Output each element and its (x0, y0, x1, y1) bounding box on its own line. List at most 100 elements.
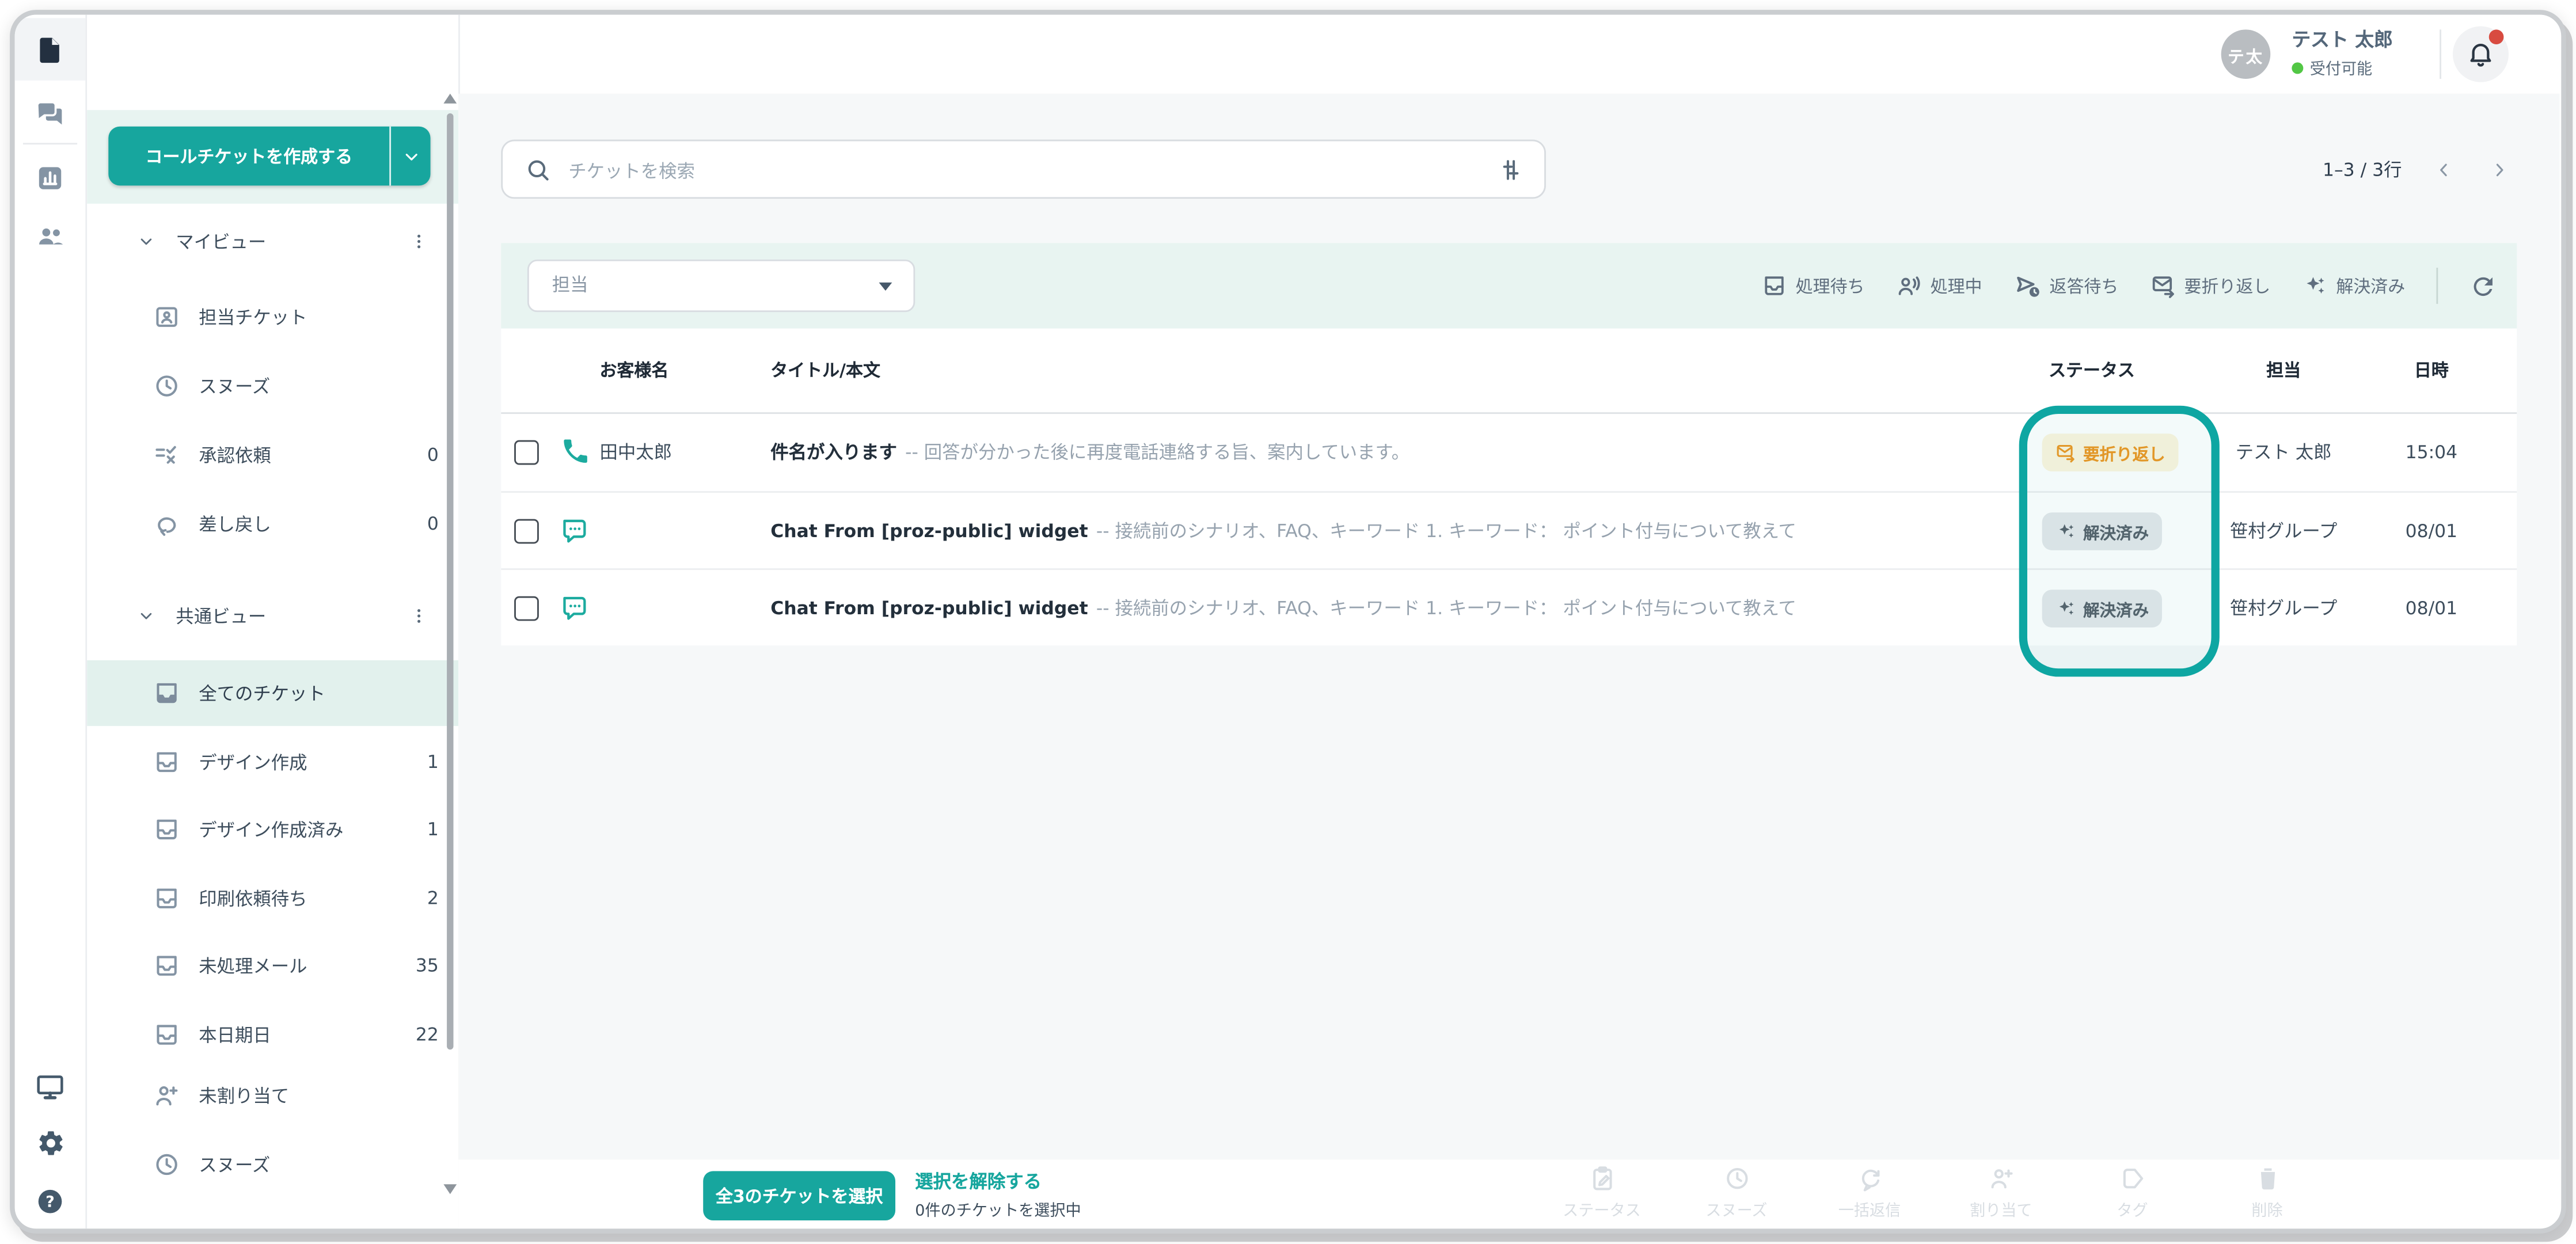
select-all-tickets-button[interactable]: 全3のチケットを選択 (703, 1171, 895, 1220)
clock-icon (153, 1151, 181, 1179)
sidebar-item-snooze-shared[interactable]: スヌーズ (87, 1132, 458, 1197)
section-my-view[interactable]: マイビュー (87, 208, 458, 274)
chevron-down-icon (400, 146, 421, 167)
create-call-ticket-label[interactable]: コールチケットを作成する (108, 127, 391, 186)
search-icon (524, 156, 552, 184)
inbox-icon (153, 885, 181, 913)
avatar[interactable]: テ太 (2221, 29, 2271, 79)
nav-reports-button[interactable] (15, 146, 86, 208)
svg-text:?: ? (45, 1192, 55, 1210)
people-icon (33, 220, 66, 253)
inbox-icon (153, 1021, 181, 1049)
status-filter-callback[interactable]: 要折り返し (2150, 273, 2271, 299)
create-call-ticket-button[interactable]: コールチケットを作成する (108, 127, 430, 186)
bulk-action-snooze: スヌーズ (1677, 1165, 1795, 1220)
bulk-action-delete: 削除 (2208, 1165, 2326, 1220)
mail-arrow-icon (2150, 273, 2176, 299)
sidebar-item-due-today[interactable]: 本日期日 22 (87, 1002, 458, 1068)
search-filter-icon[interactable] (1496, 156, 1525, 184)
sidebar-item-unassigned[interactable]: 未割り当て (87, 1063, 458, 1128)
mail-arrow-icon (2055, 442, 2076, 463)
status-filter-group: 処理待ち 処理中 返答待ち 要折り返し 解決済み (1761, 243, 2497, 328)
pagination-next-button[interactable] (2484, 154, 2513, 184)
row-checkbox[interactable] (514, 440, 539, 465)
clock-icon (1677, 1165, 1795, 1194)
inbox-filled-icon (153, 679, 181, 707)
refresh-icon (2469, 272, 2498, 300)
nav-tickets-button[interactable] (15, 18, 86, 80)
reply-loop-icon (1810, 1165, 1928, 1194)
sidebar-item-design-create[interactable]: デザイン作成 1 (87, 729, 458, 795)
status-filter-in-progress[interactable]: 処理中 (1896, 273, 1982, 299)
sidebar-item-snooze[interactable]: スヌーズ (87, 353, 458, 419)
item-count: 1 (427, 751, 439, 773)
assignee-cell: 笹村グループ (2168, 570, 2398, 647)
chevron-down-icon (136, 231, 156, 251)
filter-divider (2436, 268, 2438, 304)
status-filter-awaiting-reply[interactable]: 返答待ち (2013, 272, 2119, 300)
table-row[interactable]: 田中太郎 件名が入ります-- 回答が分かった後に再度電話連絡する旨、案内していま… (501, 414, 2517, 491)
sidebar-item-all-tickets[interactable]: 全てのチケット (87, 660, 458, 726)
user-name[interactable]: テスト 太郎 (2292, 26, 2393, 53)
browser-frame: ? チケット一覧 テ太 テスト 太郎 受付可能 コールチケットを作成する マイビ… (10, 10, 2566, 1234)
sidebar-scroll-up-arrow[interactable] (443, 94, 457, 104)
sidebar: コールチケットを作成する マイビュー 担当チケット スヌーズ 承認依頼 0 差し… (87, 15, 460, 1229)
kebab-menu-icon[interactable] (402, 223, 435, 260)
rail-divider (23, 143, 77, 144)
icon-rail: ? (15, 15, 88, 1229)
search-input[interactable] (565, 141, 1459, 200)
col-header-assignee: 担当 (2168, 329, 2398, 414)
col-header-datetime: 日時 (2366, 329, 2497, 414)
sidebar-item-approval-requests[interactable]: 承認依頼 0 (87, 422, 458, 488)
assignee-cell: 笹村グループ (2168, 493, 2398, 570)
refresh-button[interactable] (2469, 272, 2498, 300)
bulk-action-assign: 割り当て (1942, 1165, 2060, 1220)
status-badge-resolved: 解決済み (2042, 512, 2162, 550)
sidebar-item-unprocessed-mail[interactable]: 未処理メール 35 (87, 933, 458, 999)
table-row[interactable]: Chat From [proz-public] widget-- 接続前のシナリ… (501, 491, 2517, 568)
row-checkbox[interactable] (514, 519, 539, 544)
item-count: 1 (427, 819, 439, 840)
clear-selection-link[interactable]: 選択を解除する (915, 1168, 1042, 1194)
filter-band: 担当 処理待ち 処理中 返答待ち 要折り返し (501, 243, 2517, 328)
nav-monitor-button[interactable] (15, 1055, 86, 1117)
help-button[interactable]: ? (15, 1170, 86, 1232)
ticket-title: 件名が入ります-- 回答が分かった後に再度電話連絡する旨、案内しています。 (770, 414, 1409, 491)
chat-bubble-icon (560, 593, 590, 622)
selection-count-label: 0件のチケットを選択中 (915, 1197, 1081, 1220)
user-status[interactable]: 受付可能 (2292, 56, 2372, 79)
header-divider (2440, 29, 2441, 79)
item-count: 2 (427, 888, 439, 909)
status-filter-resolved[interactable]: 解決済み (2301, 273, 2405, 299)
assignee-dropdown[interactable]: 担当 (527, 260, 915, 312)
item-count: 22 (416, 1024, 439, 1045)
sidebar-scrollbar-thumb[interactable] (447, 113, 453, 1049)
assignee-dropdown-label: 担当 (552, 261, 588, 311)
inbox-icon (153, 748, 181, 777)
nav-customers-button[interactable] (15, 206, 86, 268)
sidebar-scroll-down-arrow[interactable] (443, 1184, 457, 1194)
datetime-cell: 08/01 (2366, 493, 2497, 570)
sidebar-item-returned[interactable]: 差し戻し 0 (87, 491, 458, 557)
table-row[interactable]: Chat From [proz-public] widget-- 接続前のシナリ… (501, 568, 2517, 645)
col-header-title: タイトル/本文 (770, 329, 880, 414)
sidebar-item-print-waiting[interactable]: 印刷依頼待ち 2 (87, 866, 458, 931)
gear-icon (35, 1128, 64, 1158)
sidebar-item-assigned-tickets[interactable]: 担当チケット (87, 284, 458, 350)
create-ticket-dropdown-toggle[interactable] (391, 127, 430, 186)
section-shared-view[interactable]: 共通ビュー (87, 583, 458, 649)
pagination-prev-button[interactable] (2428, 154, 2457, 184)
gear-icon-button[interactable] (15, 1112, 86, 1174)
section-label: マイビュー (176, 229, 266, 255)
chat-bubble-icon (560, 516, 590, 545)
section-label: 共通ビュー (176, 603, 266, 629)
status-filter-pending[interactable]: 処理待ち (1761, 273, 1865, 299)
send-clock-icon (2013, 272, 2042, 300)
nav-chat-button[interactable] (15, 82, 86, 144)
kebab-menu-icon[interactable] (402, 598, 435, 634)
clock-icon (153, 372, 181, 400)
person-voice-icon (1896, 273, 1922, 299)
notifications-button[interactable] (2453, 26, 2509, 82)
row-checkbox[interactable] (514, 596, 539, 621)
sidebar-item-design-done[interactable]: デザイン作成済み 1 (87, 797, 458, 862)
